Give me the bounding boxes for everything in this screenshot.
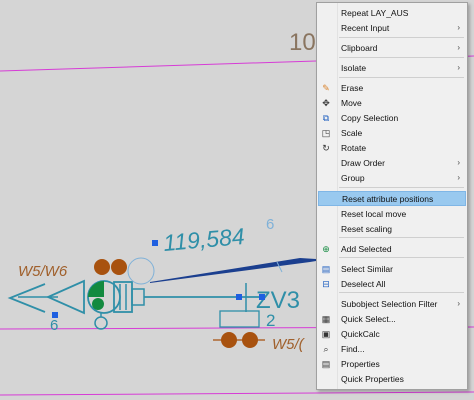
menu-item-label: Isolate (341, 63, 367, 73)
menu-item-label: Select Similar (341, 264, 393, 274)
chevron-right-icon: › (457, 43, 460, 52)
menu-item-label: Reset attribute positions (342, 194, 434, 204)
chevron-right-icon: › (457, 173, 460, 182)
grip-dimension[interactable] (152, 240, 158, 246)
label-6-small: 6 (50, 317, 58, 334)
menu-item-label: Repeat LAY_AUS (341, 8, 409, 18)
menu-separator (339, 187, 464, 188)
label-10: 10 (289, 29, 316, 56)
eraser-icon: ✎ (322, 83, 330, 93)
menu-item-reset-local-move[interactable]: Reset local move (318, 207, 466, 221)
move-icon: ✥ (322, 98, 330, 108)
menu-item-subobject-selection-filter[interactable]: Subobject Selection Filter › (318, 297, 466, 311)
menu-item-quick-properties[interactable]: Quick Properties (318, 372, 466, 386)
grip-circle (127, 257, 155, 285)
chevron-right-icon: › (457, 299, 460, 308)
menu-item-label: Copy Selection (341, 113, 399, 123)
quick-select-icon: ▦ (321, 314, 331, 324)
label-2: 2 (266, 311, 275, 330)
menu-item-scale[interactable]: ◳ Scale (318, 126, 466, 140)
magenta-line-bottom (0, 391, 474, 396)
menu-item-label: Recent Input (341, 23, 390, 33)
menu-item-label: Draw Order (341, 158, 385, 168)
menu-item-label: Group (341, 173, 365, 183)
small-circle (94, 316, 108, 330)
menu-separator (339, 37, 464, 38)
grip-zv3-1[interactable] (236, 294, 242, 300)
menu-separator (339, 257, 464, 258)
menu-item-move[interactable]: ✥ Move (318, 96, 466, 110)
menu-separator (339, 237, 464, 238)
menu-separator (339, 57, 464, 58)
valve-stem (131, 288, 145, 306)
find-icon: ⌕ (323, 344, 329, 354)
label-box (219, 310, 260, 328)
menu-item-draw-order[interactable]: Draw Order › (318, 156, 466, 170)
menu-item-find[interactable]: ⌕ Find... (318, 342, 466, 356)
grip-zv3-2[interactable] (259, 294, 265, 300)
menu-item-label: Add Selected (341, 244, 392, 254)
menu-item-quickcalc[interactable]: ▣ QuickCalc (318, 327, 466, 341)
brown-circle-3 (221, 332, 237, 348)
menu-item-label: Quick Select... (341, 314, 396, 324)
deselect-all-icon: ⊟ (322, 279, 330, 289)
menu-item-label: Properties (341, 359, 380, 369)
menu-item-label: Find... (341, 344, 365, 354)
menu-item-quick-select[interactable]: ▦ Quick Select... (318, 312, 466, 326)
scale-icon: ◳ (321, 128, 331, 138)
menu-item-label: Scale (341, 128, 363, 138)
menu-item-label: Quick Properties (341, 374, 404, 384)
context-menu: Repeat LAY_AUS Recent Input › Clipboard › Iso… (316, 2, 468, 390)
grip-left[interactable] (52, 312, 58, 318)
chevron-right-icon: › (457, 63, 460, 72)
label-6: 6 (266, 216, 274, 233)
add-selected-icon: ⊕ (322, 244, 330, 254)
menu-item-label: Subobject Selection Filter (341, 299, 438, 309)
menu-item-repeat-lay-aus[interactable]: Repeat LAY_AUS (318, 6, 466, 20)
menu-item-recent-input[interactable]: Recent Input › (318, 21, 466, 35)
menu-item-copy-selection[interactable]: ⧉ Copy Selection (318, 111, 466, 125)
valve-green-dot (92, 298, 104, 310)
dark-blue-wire (150, 258, 316, 283)
menu-item-select-similar[interactable]: ▤ Select Similar (318, 262, 466, 276)
properties-icon: ▤ (321, 359, 331, 369)
menu-item-label: Reset local move (341, 209, 407, 219)
menu-item-properties[interactable]: ▤ Properties (318, 357, 466, 371)
menu-item-reset-attribute-positions[interactable]: Reset attribute positions (318, 191, 466, 206)
dimension-value: 119,584 (162, 223, 245, 256)
brown-circle-2 (111, 259, 127, 275)
menu-item-isolate[interactable]: Isolate › (318, 61, 466, 75)
select-similar-icon: ▤ (321, 264, 331, 274)
copy-icon: ⧉ (322, 113, 330, 123)
menu-item-erase[interactable]: ✎ Erase (318, 81, 466, 95)
menu-item-label: Erase (341, 83, 364, 93)
label-w5-w6: W5/W6 (18, 263, 68, 280)
label-zv3: ZV3 (256, 287, 300, 314)
label-w5-partial: W5/( (272, 336, 306, 353)
menu-item-label: Clipboard (341, 43, 378, 53)
chevron-right-icon: › (457, 23, 460, 32)
menu-item-rotate[interactable]: ↻ Rotate (318, 141, 466, 155)
brown-circle-1 (94, 259, 110, 275)
menu-item-clipboard[interactable]: Clipboard › (318, 41, 466, 55)
menu-item-deselect-all[interactable]: ⊟ Deselect All (318, 277, 466, 291)
menu-item-label: Reset scaling (341, 224, 393, 234)
menu-item-label: Deselect All (341, 279, 386, 289)
brown-circle-4 (242, 332, 258, 348)
menu-item-label: QuickCalc (341, 329, 380, 339)
calculator-icon: ▣ (321, 329, 331, 339)
menu-separator (339, 77, 464, 78)
valve-green-sector (88, 281, 104, 297)
menu-item-label: Move (341, 98, 362, 108)
rotate-icon: ↻ (322, 143, 330, 153)
menu-item-group[interactable]: Group › (318, 171, 466, 185)
arrow-left-outer (7, 283, 46, 313)
menu-item-add-selected[interactable]: ⊕ Add Selected (318, 242, 466, 256)
menu-item-reset-scaling[interactable]: Reset scaling (318, 222, 466, 236)
menu-separator (339, 292, 464, 293)
chevron-right-icon: › (457, 158, 460, 167)
menu-item-label: Rotate (341, 143, 367, 153)
